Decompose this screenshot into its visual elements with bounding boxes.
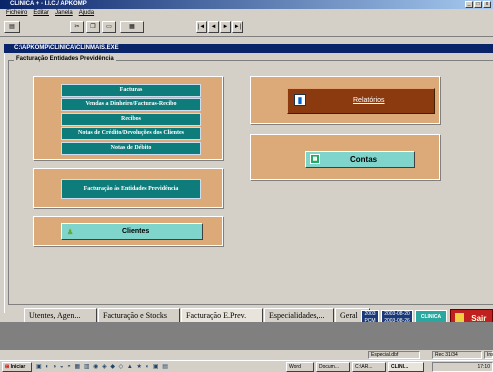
tab-especialidades[interactable]: Especialidades,...	[264, 308, 334, 322]
mdi-background	[0, 322, 493, 350]
close-button[interactable]: x	[483, 1, 491, 8]
report-icon: ▮	[294, 94, 306, 106]
window-controls: _ □ x	[465, 1, 491, 8]
start-label: Iniciar	[10, 364, 26, 370]
documents-panel: Facturas Vendas a Dinheiro/Facturas-Reci…	[33, 76, 223, 160]
minimize-button[interactable]: _	[465, 1, 473, 8]
app-title-bar: CLINICA + - I.I.C./ APKOMP	[0, 0, 493, 9]
paste-button[interactable]: ▭	[102, 21, 116, 33]
system-tray: 17:10	[432, 362, 493, 372]
tab-strip: Utentes, Agen... Facturação e Stocks Fac…	[8, 308, 370, 322]
toolbar: ▤ ✂ ❐ ▭ ▦ |◄ ◄ ► ►|	[0, 18, 493, 37]
menu-item-ajuda[interactable]: Ajuda	[79, 9, 94, 18]
windows-icon: ⊞	[5, 364, 10, 370]
print-button[interactable]: ▤	[4, 21, 20, 33]
date-text: 2003-08-20	[384, 311, 410, 317]
calendar-icon: ▦	[129, 24, 135, 30]
nav-first-button[interactable]: |◄	[196, 21, 207, 33]
person-icon: ♟	[67, 229, 74, 236]
status-ins: Ins	[484, 351, 493, 359]
scissors-icon: ✂	[74, 24, 80, 30]
entidades-panel: Facturação às Entidades Previdência	[33, 168, 223, 208]
nav-last-button[interactable]: ►|	[232, 21, 243, 33]
child-window-title-bar: C:\APKOMP\CLINICA\CLINMAIS.EXE	[4, 44, 493, 53]
contas-button[interactable]: ▦ Contas	[305, 151, 415, 168]
nav-next-button[interactable]: ►	[220, 21, 231, 33]
copy-button[interactable]: ❐	[86, 21, 100, 33]
vendas-button[interactable]: Vendas a Dinheiro/Facturas-Recibo	[61, 98, 201, 111]
contas-label: Contas	[350, 155, 378, 164]
task-word[interactable]: Word	[286, 362, 314, 372]
tab-facturacao-eprev[interactable]: Facturação E.Prev.	[181, 308, 263, 322]
relatorios-label: Relatórios	[353, 97, 385, 104]
menu-item-editar[interactable]: Editar	[33, 9, 49, 18]
clientes-panel: ♟ Clientes	[33, 216, 223, 246]
copy-icon: ❐	[90, 24, 96, 30]
relatorios-panel: ▮ Relatórios	[250, 76, 440, 124]
task-car[interactable]: C:\AR...	[352, 362, 386, 372]
nav-prev-button[interactable]: ◄	[208, 21, 219, 33]
status-bar: Especial.dbf Rec 31/34 Ins	[0, 350, 493, 360]
task-clini[interactable]: CLINI...	[388, 362, 424, 372]
year-text: 2003	[364, 311, 376, 317]
printer-icon: ▤	[9, 24, 15, 30]
notas-credito-button[interactable]: Notas de Crédito/Devoluções dos Clientes	[61, 127, 201, 140]
contas-panel: ▦ Contas	[250, 134, 440, 180]
taskbar: ⊞ Iniciar ▣ ◐ ◑ ◒ ◓ ▦ ▥ ◉ ◈ ◆ ◇ ▲ ★ ◐ ▣ …	[0, 360, 493, 372]
start-button[interactable]: ⊞ Iniciar	[2, 362, 32, 372]
facturacao-entidades-button[interactable]: Facturação às Entidades Previdência	[61, 179, 201, 199]
maximize-button[interactable]: □	[474, 1, 482, 8]
status-record: Rec 31/34	[432, 351, 482, 359]
menu-item-ficheiro[interactable]: Ficheiro	[6, 9, 27, 18]
facturas-button[interactable]: Facturas	[61, 84, 201, 97]
task-docum[interactable]: Docum...	[316, 362, 350, 372]
tab-facturacao-stocks[interactable]: Facturação e Stocks	[98, 308, 180, 322]
clientes-label: Clientes	[122, 228, 150, 235]
calendar-button[interactable]: ▦	[120, 21, 144, 33]
quick-launch-icons[interactable]: ▣ ◐ ◑ ◒ ◓ ▦ ▥ ◉ ◈ ◆ ◇ ▲ ★ ◐ ▣ ▤	[36, 363, 169, 370]
app-title: CLINICA + - I.I.C./ APKOMP	[10, 1, 87, 7]
menu-item-janela[interactable]: Janela	[55, 9, 73, 18]
status-file: Especial.dbf	[368, 351, 420, 359]
group-label: Facturação Entidades Previdência	[14, 56, 116, 62]
notas-debito-button[interactable]: Notas de Débito	[61, 142, 201, 155]
recibos-button[interactable]: Recibos	[61, 113, 201, 126]
spreadsheet-icon: ▦	[310, 154, 320, 164]
cut-button[interactable]: ✂	[70, 21, 84, 33]
tab-utentes[interactable]: Utentes, Agen...	[24, 308, 97, 322]
relatorios-button[interactable]: ▮ Relatórios	[287, 88, 435, 114]
menu-bar: Ficheiro Editar Janela Ajuda	[0, 9, 493, 18]
clock: 17:10	[477, 364, 490, 370]
clientes-button[interactable]: ♟ Clientes	[61, 223, 203, 240]
child-window-title: C:\APKOMP\CLINICA\CLINMAIS.EXE	[14, 45, 119, 51]
paste-icon: ▭	[106, 24, 112, 30]
